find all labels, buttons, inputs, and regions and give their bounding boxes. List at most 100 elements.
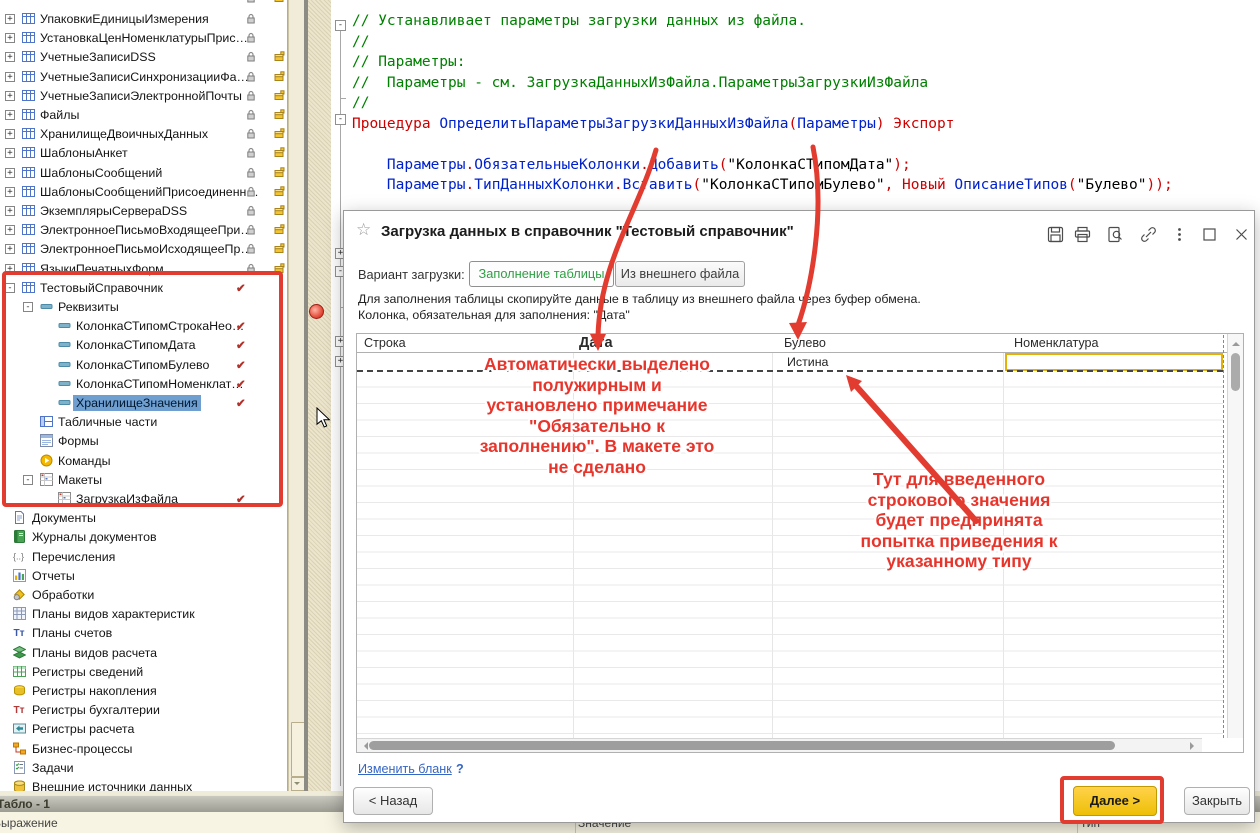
table-column-header[interactable]: Номенклатура xyxy=(1014,336,1099,350)
tree-item[interactable]: Регистры накопления xyxy=(0,682,287,701)
tree-item[interactable]: +ЭлектронноеПисьмоВходящееПри… xyxy=(0,221,287,240)
tree-item[interactable]: +ЭкземплярыСервераDSS xyxy=(0,202,287,221)
close-button[interactable]: Закрыть xyxy=(1184,787,1250,815)
expand-toggle-icon[interactable]: + xyxy=(5,168,15,178)
expand-toggle-icon[interactable]: + xyxy=(5,52,15,62)
tree-item[interactable]: +ШаблоныСообщений xyxy=(0,164,287,183)
tree-item[interactable]: +ЯзыкиПечатныхФорм xyxy=(0,260,287,279)
more-icon[interactable] xyxy=(1171,226,1188,243)
save-icon[interactable] xyxy=(1047,226,1064,243)
tree-item[interactable]: Внешние источники данных xyxy=(0,778,287,791)
editor-breakpoint-gutter[interactable] xyxy=(308,0,331,791)
tree-item[interactable]: КолонкаСТипомСтрокаНео…✔ xyxy=(0,317,287,336)
expand-toggle-icon[interactable]: + xyxy=(5,33,15,43)
link-icon[interactable] xyxy=(1140,226,1157,243)
expand-toggle-icon[interactable]: + xyxy=(5,225,15,235)
tree-item[interactable]: +УпаковкиЕдиницыИзмерения xyxy=(0,10,287,29)
tree-item[interactable]: Документы xyxy=(0,509,287,528)
cat-icon xyxy=(22,242,35,255)
variant-option-external-file[interactable]: Из внешнего файла xyxy=(615,261,745,287)
expand-toggle-icon[interactable]: + xyxy=(5,206,15,216)
scrollbar-right-arrow-icon[interactable] xyxy=(1190,742,1198,750)
tree-item[interactable]: -Макеты xyxy=(0,471,287,490)
tree-scrollbar[interactable] xyxy=(288,0,304,791)
expand-toggle-icon[interactable]: + xyxy=(5,110,15,120)
close-icon[interactable] xyxy=(1233,226,1250,243)
expand-toggle-icon[interactable]: + xyxy=(5,264,15,274)
tree-item[interactable]: Команды xyxy=(0,452,287,471)
tree-item[interactable]: Регистры расчета xyxy=(0,720,287,739)
tree-item[interactable]: {..}Перечисления xyxy=(0,548,287,567)
expand-toggle-icon[interactable]: + xyxy=(5,72,15,82)
tree-item[interactable]: Планы видов расчета xyxy=(0,644,287,663)
tree-item[interactable]: Задачи xyxy=(0,759,287,778)
expand-toggle-icon[interactable]: + xyxy=(5,129,15,139)
expand-toggle-icon[interactable]: - xyxy=(23,302,33,312)
table-column-header[interactable]: Строка xyxy=(364,336,406,350)
tree-item[interactable]: -ТестовыйСправочник✔ xyxy=(0,279,287,298)
expand-toggle-icon[interactable]: + xyxy=(5,91,15,101)
tree-item[interactable]: Журналы документов xyxy=(0,528,287,547)
tree-item[interactable]: Бизнес-процессы xyxy=(0,740,287,759)
expand-toggle-icon[interactable]: - xyxy=(23,475,33,485)
doc-icon xyxy=(13,511,26,524)
tree-item[interactable]: +ХранилищеДвоичныхДанных xyxy=(0,125,287,144)
table-column-header[interactable]: Дата xyxy=(579,335,613,351)
tree-item[interactable]: Обработки xyxy=(0,586,287,605)
next-button[interactable]: Далее > xyxy=(1073,786,1157,816)
tree-scrollbar-thumb[interactable] xyxy=(291,722,305,777)
tree-item[interactable]: +УчетныеЗаписиЭлектроннойПочты xyxy=(0,87,287,106)
scrollbar-up-arrow-icon[interactable] xyxy=(1232,338,1240,346)
table-horizontal-scrollbar[interactable] xyxy=(357,738,1202,752)
tree-item[interactable]: КолонкаСТипомДата✔ xyxy=(0,336,287,355)
tree-item[interactable]: ТтРегистры бухгалтерии xyxy=(0,701,287,720)
help-link[interactable]: ? xyxy=(456,762,464,776)
print-icon[interactable] xyxy=(1074,226,1091,243)
preview-icon[interactable] xyxy=(1107,226,1124,243)
tree-item[interactable]: Планы видов характеристик xyxy=(0,605,287,624)
cat-icon xyxy=(22,50,35,63)
tree-item[interactable]: +ШаблоныСообщенийПрисоединенн… xyxy=(0,183,287,202)
vertical-scrollbar-thumb[interactable] xyxy=(1231,353,1240,391)
horizontal-scrollbar-thumb[interactable] xyxy=(369,741,1115,750)
tree-item[interactable]: Формы xyxy=(0,432,287,451)
tree-item-label: Регистры бухгалтерии xyxy=(32,703,160,717)
tree-item[interactable]: КолонкаСТипомНоменклат…✔ xyxy=(0,375,287,394)
variant-option-fill-table[interactable]: Заполнение таблицы xyxy=(469,261,614,287)
tree-item[interactable]: КолонкаСТипомБулево✔ xyxy=(0,356,287,375)
tree-item[interactable]: +ШаблоныАнкет xyxy=(0,144,287,163)
expand-toggle-icon[interactable]: + xyxy=(5,187,15,197)
table-cell-boolean-value[interactable]: Истина xyxy=(787,355,828,369)
fold-toggle-icon[interactable]: - xyxy=(335,20,346,31)
favorite-star-icon[interactable]: ☆ xyxy=(356,220,371,240)
back-button[interactable]: < Назад xyxy=(353,787,433,815)
expand-toggle-icon[interactable]: + xyxy=(5,14,15,24)
tree-item[interactable]: ХранилищеЗначения✔ xyxy=(0,394,287,413)
scrollbar-down-arrow-icon[interactable] xyxy=(291,777,305,791)
tree-item[interactable]: ЗагрузкаИзФайла✔ xyxy=(0,490,287,509)
tree-item[interactable]: Табличные части xyxy=(0,413,287,432)
tree-item[interactable]: +ЭлектронноеПисьмоИсходящееПр… xyxy=(0,240,287,259)
table-column-header[interactable]: Булево xyxy=(784,336,826,350)
expand-toggle-icon[interactable]: + xyxy=(5,148,15,158)
tree-item[interactable]: +Файлы xyxy=(0,106,287,125)
tree-item[interactable]: +УчетныеЗаписиСинхронизацииФа… xyxy=(0,68,287,87)
breakpoint-marker-icon[interactable] xyxy=(309,304,324,319)
maximize-icon[interactable] xyxy=(1201,226,1218,243)
fold-toggle-icon[interactable]: - xyxy=(335,114,346,125)
tree-item[interactable]: -Реквизиты xyxy=(0,298,287,317)
tree-item[interactable]: ТтПланы счетов xyxy=(0,624,287,643)
edit-form-link[interactable]: Изменить бланк xyxy=(358,762,452,776)
tree-item[interactable]: Отчеты xyxy=(0,567,287,586)
selected-cell[interactable] xyxy=(1005,353,1223,371)
tree-item[interactable]: +УчетныеЗаписиDSS xyxy=(0,48,287,67)
tree-item[interactable]: +УстановкаЦенНоменклатурыПрис… xyxy=(0,29,287,48)
tree-item-label: Регистры накопления xyxy=(32,684,157,698)
code-text[interactable]: // Устанавливает параметры загрузки данн… xyxy=(352,11,1173,196)
tree-item[interactable] xyxy=(0,0,287,8)
scrollbar-left-arrow-icon[interactable] xyxy=(360,742,368,750)
table-vertical-scrollbar[interactable] xyxy=(1227,334,1243,738)
expand-toggle-icon[interactable]: + xyxy=(5,244,15,254)
expand-toggle-icon[interactable]: - xyxy=(5,283,15,293)
tree-item[interactable]: Регистры сведений xyxy=(0,663,287,682)
